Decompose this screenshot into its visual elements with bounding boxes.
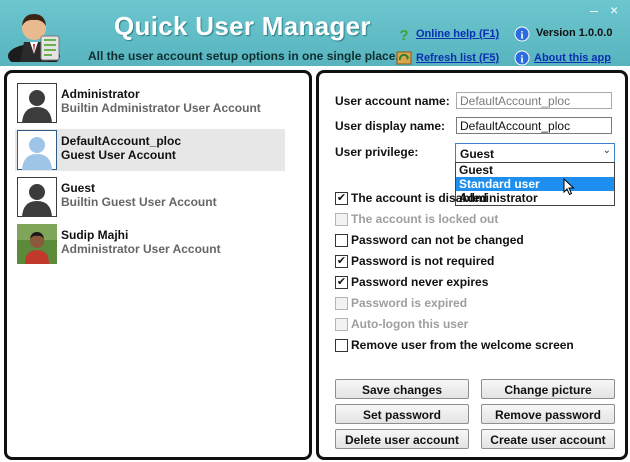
user-description: Builtin Administrator User Account: [61, 101, 261, 115]
remove-password-button[interactable]: Remove password: [481, 404, 615, 424]
checkbox-auto-logon: Auto-logon this user: [335, 317, 615, 333]
user-photo-icon: [17, 224, 57, 264]
user-description: Administrator User Account: [61, 242, 221, 256]
close-button[interactable]: ×: [610, 3, 618, 17]
version-label: Version 1.0.0.0: [536, 27, 613, 39]
svg-text:i: i: [520, 54, 523, 66]
user-list-item[interactable]: Sudip Majhi Administrator User Account: [15, 223, 285, 265]
user-name: Sudip Majhi: [61, 228, 129, 242]
checkbox-label: The account is disabled: [351, 191, 488, 205]
checkbox-label: Password is not required: [351, 254, 495, 268]
display-name-label: User display name:: [335, 119, 446, 133]
change-picture-button[interactable]: Change picture: [481, 379, 615, 399]
checkbox-account-locked-out: The account is locked out: [335, 212, 615, 228]
checkbox-label: Auto-logon this user: [351, 317, 469, 331]
checkbox-label: Password can not be changed: [351, 233, 524, 247]
svg-text:i: i: [520, 30, 523, 42]
checkbox-box: [335, 213, 348, 226]
checkbox-box: [335, 297, 348, 310]
user-list-item[interactable]: Guest Builtin Guest User Account: [15, 176, 285, 218]
checkbox-password-never-expires[interactable]: ✔ Password never expires: [335, 275, 615, 291]
account-name-label: User account name:: [335, 94, 450, 108]
user-details-panel: User account name: User display name: Us…: [316, 70, 628, 460]
refresh-icon: [396, 51, 412, 65]
checkbox-label: The account is locked out: [351, 212, 499, 226]
checkbox-remove-from-welcome[interactable]: Remove user from the welcome screen: [335, 338, 615, 354]
create-user-button[interactable]: Create user account: [481, 429, 615, 449]
set-password-button[interactable]: Set password: [335, 404, 469, 424]
user-description: Guest User Account: [61, 148, 176, 162]
user-name: DefaultAccount_ploc: [61, 134, 182, 148]
user-silhouette-icon: [17, 177, 57, 217]
app-title: Quick User Manager: [114, 11, 371, 41]
user-description: Builtin Guest User Account: [61, 195, 217, 209]
delete-user-button[interactable]: Delete user account: [335, 429, 469, 449]
about-app-link[interactable]: About this app: [534, 52, 611, 64]
checkbox-label: Remove user from the welcome screen: [351, 338, 574, 352]
checkbox-password-expired: Password is expired: [335, 296, 615, 312]
checkbox-box[interactable]: [335, 234, 348, 247]
svg-text:?: ?: [399, 27, 408, 42]
checkbox-label: Password is expired: [351, 296, 468, 310]
user-name: Administrator: [61, 87, 140, 101]
user-name: Guest: [61, 181, 96, 195]
user-silhouette-icon: [17, 83, 57, 123]
header-banner: Quick User Manager All the user account …: [0, 0, 630, 66]
minimize-button[interactable]: –: [590, 3, 598, 17]
checkbox-box[interactable]: ✔: [335, 192, 348, 205]
refresh-list-link[interactable]: Refresh list (F5): [416, 52, 499, 64]
online-help-link[interactable]: Online help (F1): [416, 28, 499, 40]
info-icon: i: [514, 26, 530, 42]
app-tagline: All the user account setup options in on…: [88, 49, 399, 63]
user-list-item[interactable]: Administrator Builtin Administrator User…: [15, 82, 285, 124]
privilege-option-standard-user[interactable]: Standard user: [456, 177, 614, 191]
save-changes-button[interactable]: Save changes: [335, 379, 469, 399]
checkbox-box[interactable]: [335, 339, 348, 352]
privilege-label: User privilege:: [335, 145, 419, 159]
user-manager-icon: [8, 14, 60, 62]
account-name-field[interactable]: [456, 92, 612, 109]
privilege-select[interactable]: Guest ⌄: [455, 143, 615, 163]
question-mark-icon: ?: [399, 27, 408, 42]
checkbox-box[interactable]: ✔: [335, 255, 348, 268]
checkbox-password-not-required[interactable]: ✔ Password is not required: [335, 254, 615, 270]
checkbox-box: [335, 318, 348, 331]
user-silhouette-icon: [17, 130, 57, 170]
privilege-option-guest[interactable]: Guest: [456, 163, 614, 177]
checkbox-box[interactable]: ✔: [335, 276, 348, 289]
privilege-selected-value: Guest: [460, 147, 495, 161]
checkbox-account-disabled[interactable]: ✔ The account is disabled: [335, 191, 615, 207]
info-icon: i: [514, 50, 530, 66]
chevron-down-icon: ⌄: [602, 145, 611, 156]
checkbox-password-cannot-change[interactable]: Password can not be changed: [335, 233, 615, 249]
user-list-panel: Administrator Builtin Administrator User…: [4, 70, 312, 460]
checkbox-label: Password never expires: [351, 275, 489, 289]
user-list-item-selected[interactable]: DefaultAccount_ploc Guest User Account: [15, 129, 285, 171]
app-window: Quick User Manager All the user account …: [0, 0, 630, 462]
display-name-field[interactable]: [456, 117, 612, 134]
